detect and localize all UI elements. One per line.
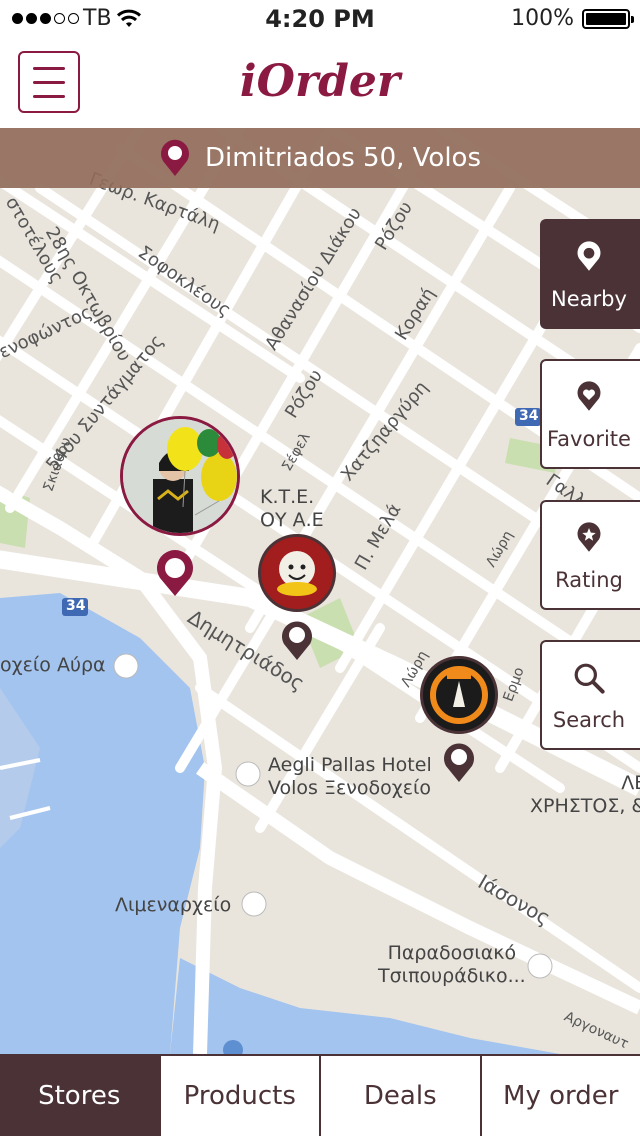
route-badge: 34	[66, 598, 86, 614]
route-badge: 34	[519, 408, 539, 424]
battery-status: 100%	[511, 6, 634, 31]
current-address: Dimitriados 50, Volos	[204, 143, 482, 173]
filter-label: Nearby	[551, 287, 627, 311]
poi-limenarxeio: Λιμεναρχείο	[115, 894, 232, 916]
star-pin-icon	[577, 522, 601, 552]
tab-products[interactable]: Products	[161, 1056, 321, 1136]
poi-aegli-hotel: Aegli Pallas Hotel Volos Ξενοδοχείο	[268, 754, 432, 799]
battery-icon	[582, 8, 634, 29]
address-bar[interactable]: Dimitriados 50, Volos	[0, 128, 640, 188]
filter-rating-button[interactable]: Rating	[540, 500, 640, 610]
heart-pin-icon	[577, 381, 601, 411]
battery-percent: 100%	[511, 6, 574, 31]
mikel-coffee-store-marker[interactable]	[258, 534, 336, 612]
poi-tsipouradiko: Παραδοσιακό Τσιπουράδικο...	[378, 942, 526, 987]
poi-avra: οχείο Αύρα	[0, 654, 106, 676]
user-avatar-marker[interactable]	[120, 416, 240, 536]
filter-search-button[interactable]: Search	[540, 640, 640, 750]
poi-xristos: ΛΕ ΧΡΗΣΤΟΣ, &	[530, 772, 640, 817]
filter-nearby-button[interactable]: Nearby	[540, 219, 640, 329]
state-coffee-store-marker[interactable]	[420, 656, 498, 734]
poi-ktel: Κ.Τ.Ε. ΟΥ Α.Ε	[260, 486, 324, 531]
bottom-tab-bar: Stores Products Deals My order	[0, 1054, 640, 1136]
filter-favorite-button[interactable]: Favorite	[540, 359, 640, 469]
tab-deals[interactable]: Deals	[321, 1056, 482, 1136]
search-icon	[574, 663, 605, 694]
location-pin-icon	[160, 139, 189, 176]
filter-label: Favorite	[547, 427, 631, 451]
store-pin-icon[interactable]	[441, 740, 477, 784]
store-pin-icon[interactable]	[279, 618, 315, 662]
location-pin-icon	[577, 241, 601, 271]
app-header: iOrder	[0, 40, 640, 128]
mikel-logo-icon	[263, 539, 331, 607]
status-bar: TB 4:20 PM 100%	[0, 0, 640, 40]
filter-label: Rating	[555, 568, 623, 592]
filter-label: Search	[552, 708, 626, 732]
avatar-photo-icon	[123, 419, 237, 533]
state-coffee-logo-icon	[425, 661, 493, 729]
tab-stores[interactable]: Stores	[0, 1056, 161, 1136]
tab-my-order[interactable]: My order	[482, 1056, 640, 1136]
app-title: iOrder	[239, 56, 401, 107]
user-location-pin-icon[interactable]	[154, 548, 196, 598]
